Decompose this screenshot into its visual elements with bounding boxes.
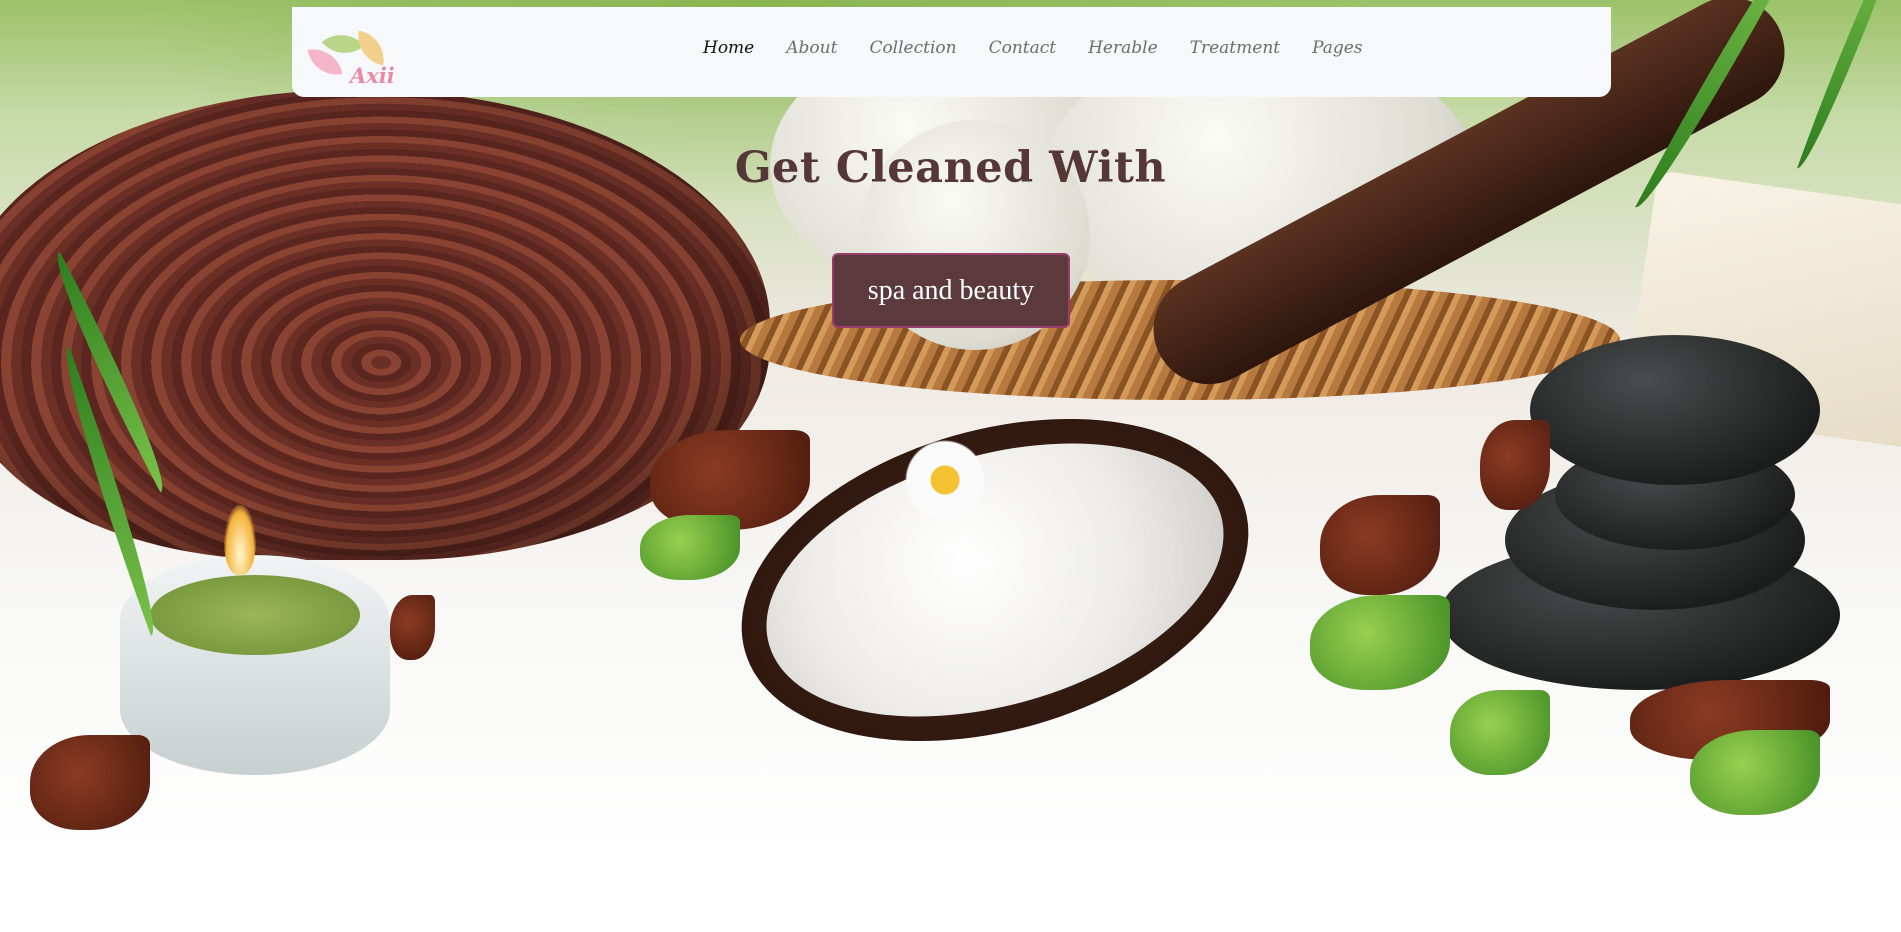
green-petal: [640, 515, 740, 580]
dried-petal: [390, 595, 435, 660]
nav-item-treatment[interactable]: Treatment: [1190, 38, 1280, 58]
brand-logo[interactable]: Axii: [306, 21, 395, 91]
candle-wax: [150, 575, 360, 655]
dried-petal: [1480, 420, 1550, 510]
hero-background-image: [0, 0, 1901, 850]
nav-item-about[interactable]: About: [786, 38, 837, 58]
candle-flame: [224, 505, 256, 575]
dried-petal: [30, 735, 150, 830]
logo-text: Axii: [350, 63, 395, 88]
nav-item-herable[interactable]: Herable: [1088, 38, 1158, 58]
green-petal: [1310, 595, 1450, 690]
daisy-flower: [905, 440, 985, 520]
hero-headline: Get Cleaned With: [734, 143, 1167, 193]
nav-item-pages[interactable]: Pages: [1312, 38, 1362, 58]
green-petal: [1450, 690, 1550, 775]
spa-and-beauty-button[interactable]: spa and beauty: [832, 253, 1070, 328]
nav-item-collection[interactable]: Collection: [869, 38, 956, 58]
nav-item-contact[interactable]: Contact: [989, 38, 1057, 58]
green-petal: [1690, 730, 1820, 815]
dried-petal: [1320, 495, 1440, 595]
spa-stone: [1530, 335, 1820, 485]
main-nav: Home About Collection Contact Herable Tr…: [703, 38, 1395, 58]
nav-item-home[interactable]: Home: [703, 38, 754, 58]
top-navbar: Axii Home About Collection Contact Herab…: [292, 7, 1611, 97]
